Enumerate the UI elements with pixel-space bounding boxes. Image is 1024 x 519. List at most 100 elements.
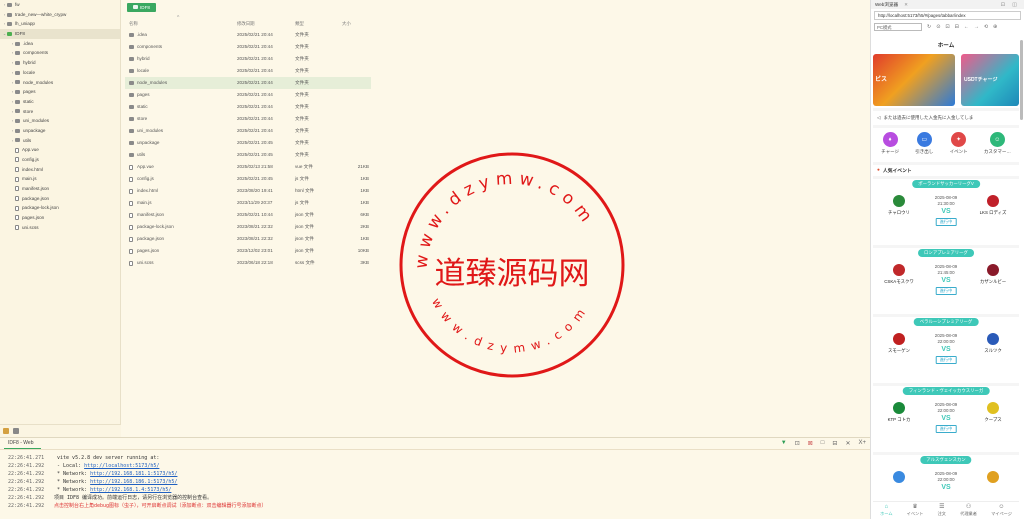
- nav-icon[interactable]: →: [974, 24, 979, 30]
- file-row[interactable]: index.html 2023/08/20 19:41 html 文件 1KB: [125, 185, 371, 197]
- tree-item[interactable]: › unpackage: [0, 126, 120, 136]
- file-row[interactable]: static 2025/02/21 20:44 文件夹: [125, 101, 371, 113]
- file-row[interactable]: .idea 2025/02/21 20:44 文件夹: [125, 29, 371, 41]
- nav-icon[interactable]: ⊙: [936, 24, 940, 30]
- tree-item[interactable]: › locale: [0, 68, 120, 78]
- tree-item[interactable]: › .idea: [0, 39, 120, 49]
- tree-item[interactable]: uni.scss: [0, 223, 120, 233]
- file-row[interactable]: pages 2025/02/21 20:44 文件夹: [125, 89, 371, 101]
- file-row[interactable]: node_modules 2025/02/21 20:44 文件夹: [125, 77, 371, 89]
- tree-item[interactable]: › lh_uniapp: [0, 19, 120, 29]
- match-card[interactable]: フィンランド・ヴェイッカウスリーガ KTP コトカ クープス 2025-08-09 22…: [873, 386, 1019, 452]
- tree-item[interactable]: manifest.json: [0, 184, 120, 194]
- tree-item[interactable]: › uni_modules: [0, 116, 120, 126]
- tree-item[interactable]: ⌄ IDF8: [0, 29, 120, 39]
- tree-item[interactable]: pages.json: [0, 213, 120, 223]
- quick-action[interactable]: ♦ チャージ: [881, 132, 899, 155]
- banner-carousel[interactable]: ビス USDTチャージ: [873, 52, 1019, 108]
- copy-icon[interactable]: [13, 428, 19, 434]
- close-icon[interactable]: ✕: [904, 2, 908, 8]
- console-tool-icon[interactable]: ⊟: [832, 440, 837, 447]
- tree-item[interactable]: › node_modules: [0, 78, 120, 88]
- url-input[interactable]: http://localhost:5173/h5/#/pages/tabbar/…: [874, 11, 1021, 20]
- column-name[interactable]: 名称: [129, 21, 138, 27]
- quick-action[interactable]: ▭ 引き出し: [915, 132, 933, 155]
- tree-item[interactable]: config.js: [0, 155, 120, 165]
- console-tab[interactable]: IDF8 - Web: [4, 438, 42, 449]
- tree-item[interactable]: App.vue: [0, 145, 120, 155]
- nav-icon[interactable]: ←: [964, 24, 969, 30]
- tree-item[interactable]: › pages: [0, 87, 120, 97]
- folder-icon[interactable]: [3, 428, 9, 434]
- console-line: 22:26:41.271 vite v5.2.8 dev server runn…: [8, 454, 870, 462]
- match-time: 22:00:00: [937, 408, 955, 413]
- tab-label: 代理業者: [960, 511, 977, 516]
- console-link[interactable]: http://192.168.181.1:5173/h5/: [90, 471, 177, 477]
- console-tool-icon[interactable]: ⊠: [808, 440, 813, 447]
- file-row[interactable]: package-lock.json 2023/08/21 22:32 json 文件…: [125, 221, 371, 233]
- file-row[interactable]: manifest.json 2025/02/21 10:44 json 文件 6KB: [125, 209, 371, 221]
- file-row[interactable]: locale 2025/02/21 20:44 文件夹: [125, 65, 371, 77]
- console-tool-icon[interactable]: ⊡: [795, 440, 800, 447]
- console-text: 点击控制台右上角debug图标（虫子），可开启断点调试（添加断点：双击编辑器行号…: [54, 503, 267, 509]
- browser-layout-icons[interactable]: ⊡ ◫: [1001, 2, 1020, 8]
- quick-action-icon: ✦: [951, 132, 967, 147]
- file-row[interactable]: package.json 2023/08/21 22:32 json 文件 1KB: [125, 233, 371, 245]
- file-row[interactable]: utils 2025/02/21 20:45 文件夹: [125, 149, 371, 161]
- tab-3[interactable]: ⚇ 代理業者: [960, 504, 977, 517]
- tree-item[interactable]: › trade_new—white_crypw: [0, 10, 120, 20]
- tab-2[interactable]: ☰ 注文: [938, 504, 946, 517]
- console-link[interactable]: http://192.168.186.1:5173/h5/: [90, 479, 177, 485]
- tab-1[interactable]: ♛ イベント: [907, 504, 924, 517]
- nav-icon[interactable]: ⊟: [955, 24, 959, 30]
- column-type[interactable]: 類型: [295, 21, 304, 27]
- file-row[interactable]: App.vue 2025/02/13 21:58 vue 文件 21KB: [125, 161, 371, 173]
- file-type: json 文件: [295, 248, 314, 253]
- tree-item[interactable]: package-lock.json: [0, 203, 120, 213]
- file-row[interactable]: hybrid 2025/02/21 20:44 文件夹: [125, 53, 371, 65]
- console-tool-icon[interactable]: □: [821, 440, 825, 447]
- console-tool-icon[interactable]: ▼: [781, 440, 787, 447]
- file-row[interactable]: uni.scss 2023/06/18 22:18 scss 文件 3KB: [125, 257, 371, 269]
- match-card[interactable]: ポーランドサッカーリーグV チャロウリ LKS ロディズ 2025-08-09 21:3…: [873, 179, 1019, 245]
- console-tool-icon[interactable]: X+: [858, 440, 866, 447]
- nav-icon[interactable]: ⊡: [945, 24, 949, 30]
- file-row[interactable]: uni_modules 2025/02/21 20:44 文件夹: [125, 125, 371, 137]
- tab-0[interactable]: ⌂ ホーム: [880, 504, 892, 517]
- file-row[interactable]: store 2025/02/21 20:44 文件夹: [125, 113, 371, 125]
- tree-item[interactable]: index.html: [0, 165, 120, 175]
- tree-item[interactable]: › store: [0, 107, 120, 117]
- preview-scrollbar[interactable]: [1020, 40, 1023, 120]
- tree-item[interactable]: package.json: [0, 194, 120, 204]
- console-link[interactable]: http://192.168.1.4:5173/h5/: [90, 487, 171, 493]
- tree-item[interactable]: › utils: [0, 136, 120, 146]
- notice-bar[interactable]: ◁ または過去に使用した入金先に入金してしま: [873, 111, 1019, 125]
- nav-icon[interactable]: ↻: [927, 24, 931, 30]
- banner-image-1[interactable]: ビス: [873, 54, 955, 106]
- match-card[interactable]: ベラルーシプレミアリーグ スモーゲン スルツク 2025-08-09 22:00:00 V…: [873, 317, 1019, 383]
- file-icon: [129, 201, 133, 206]
- file-row[interactable]: config.js 2025/02/21 20:45 js 文件 1KB: [125, 173, 371, 185]
- nav-icon[interactable]: ⟲: [984, 24, 988, 30]
- tree-item[interactable]: › components: [0, 48, 120, 58]
- column-size[interactable]: 大小: [342, 21, 351, 27]
- file-row[interactable]: components 2025/02/21 20:44 文件夹: [125, 41, 371, 53]
- file-row[interactable]: unpackage 2025/02/21 20:45 文件夹: [125, 137, 371, 149]
- tree-item[interactable]: › hybrid: [0, 58, 120, 68]
- console-tool-icon[interactable]: ✕: [845, 440, 850, 447]
- column-date[interactable]: 修改日期: [237, 21, 255, 27]
- match-card[interactable]: ロシアプレミアリーグ CSKAモスクワ カザンルビー 2025-08-09 21:45:…: [873, 248, 1019, 314]
- nav-icon[interactable]: ⊕: [993, 24, 997, 30]
- quick-action[interactable]: ☺ カスタマー…: [984, 132, 1011, 155]
- mode-select[interactable]: PC模式: [874, 23, 922, 31]
- quick-action[interactable]: ✦ イベント: [950, 132, 968, 155]
- tree-item[interactable]: › static: [0, 97, 120, 107]
- banner-image-2[interactable]: USDTチャージ: [961, 54, 1019, 106]
- console-link[interactable]: http://localhost:5173/h5/: [84, 463, 159, 469]
- tab-4[interactable]: ☺ マイページ: [991, 504, 1012, 517]
- file-row[interactable]: pages.json 2023/12/02 23:01 json 文件 10KB: [125, 245, 371, 257]
- file-row[interactable]: main.js 2023/11/29 20:37 js 文件 1KB: [125, 197, 371, 209]
- tree-item[interactable]: › fw: [0, 0, 120, 10]
- path-button[interactable]: IDF8: [127, 2, 156, 12]
- tree-item[interactable]: main.js: [0, 174, 120, 184]
